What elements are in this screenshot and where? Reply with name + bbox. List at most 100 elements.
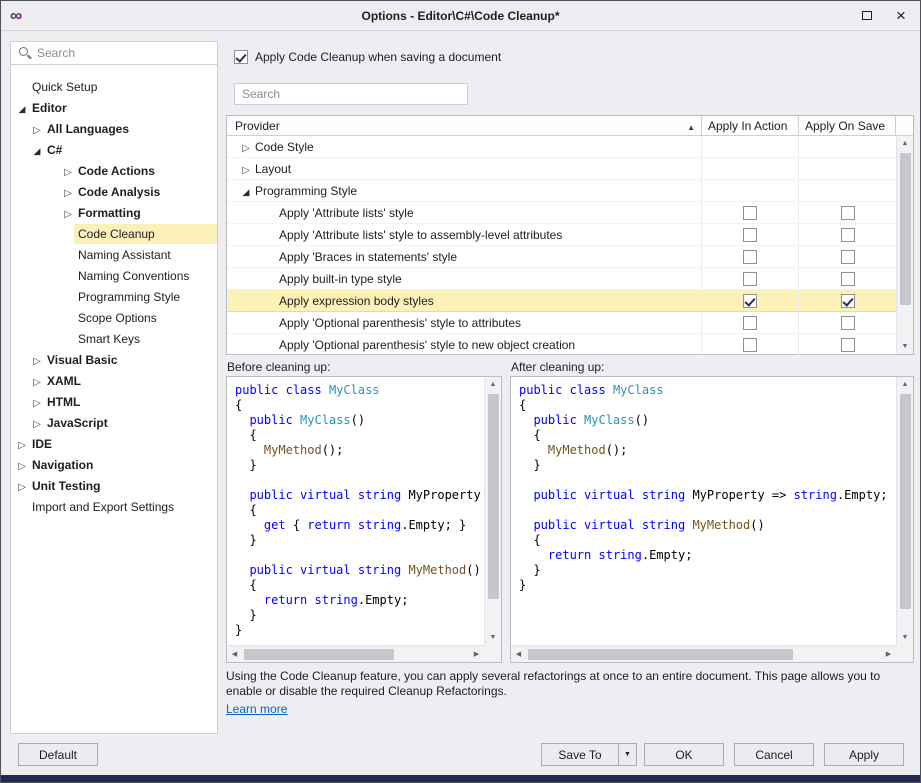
provider-row-apply-optional-parenthesis-style-to-new-object-creation[interactable]: Apply 'Optional parenthesis' style to ne… bbox=[227, 334, 896, 356]
provider-row-apply-expression-body-styles[interactable]: Apply expression body styles bbox=[227, 290, 896, 312]
apply-on-save-checkbox[interactable] bbox=[841, 272, 855, 286]
grid-scrollbar-thumb[interactable] bbox=[900, 153, 911, 305]
scroll-right-icon[interactable] bbox=[469, 646, 484, 663]
sidebar-item-editor[interactable]: ◢Editor bbox=[11, 97, 217, 118]
provider-row-apply-braces-in-statements-style[interactable]: Apply 'Braces in statements' style bbox=[227, 246, 896, 268]
scroll-right-icon[interactable] bbox=[881, 646, 896, 663]
expanded-arrow-icon[interactable]: ◢ bbox=[243, 187, 250, 197]
cancel-button[interactable]: Cancel bbox=[734, 743, 814, 766]
dropdown-arrow-icon[interactable] bbox=[619, 751, 636, 758]
scroll-left-icon[interactable] bbox=[227, 646, 242, 663]
provider-rows: ▷Code Style▷Layout◢Programming StyleAppl… bbox=[227, 136, 896, 354]
collapsed-arrow-icon[interactable]: ▷ bbox=[33, 356, 41, 367]
collapsed-arrow-icon[interactable]: ▷ bbox=[18, 461, 26, 472]
scroll-left-icon[interactable] bbox=[511, 646, 526, 663]
sidebar-item-visual-basic[interactable]: ▷Visual Basic bbox=[11, 349, 217, 370]
grid-vertical-scrollbar[interactable] bbox=[896, 136, 913, 354]
after-vscroll-thumb[interactable] bbox=[900, 394, 911, 609]
after-horizontal-scrollbar[interactable] bbox=[511, 645, 896, 662]
scroll-down-icon[interactable] bbox=[897, 339, 914, 354]
sidebar-search-input[interactable] bbox=[11, 42, 217, 64]
scroll-up-icon[interactable] bbox=[897, 377, 914, 392]
provider-group-row-programming-style[interactable]: ◢Programming Style bbox=[227, 180, 896, 202]
save-to-button[interactable]: Save To bbox=[541, 743, 637, 766]
before-hscroll-thumb[interactable] bbox=[244, 649, 394, 660]
sidebar-item-xaml[interactable]: ▷XAML bbox=[11, 370, 217, 391]
apply-in-action-checkbox[interactable] bbox=[743, 228, 757, 242]
sidebar-item-javascript[interactable]: ▷JavaScript bbox=[11, 412, 217, 433]
provider-search-input[interactable] bbox=[235, 84, 467, 104]
apply-in-action-checkbox[interactable] bbox=[743, 250, 757, 264]
collapsed-arrow-icon[interactable]: ▷ bbox=[33, 419, 41, 430]
after-vertical-scrollbar[interactable] bbox=[896, 377, 913, 645]
close-button[interactable] bbox=[884, 1, 918, 30]
sidebar-item-all-languages[interactable]: ▷All Languages bbox=[11, 118, 217, 139]
sidebar-item-navigation[interactable]: ▷Navigation bbox=[11, 454, 217, 475]
sidebar-item-code-actions[interactable]: ▷Code Actions bbox=[11, 160, 217, 181]
apply-on-save-checkbox[interactable] bbox=[841, 338, 855, 352]
default-button[interactable]: Default bbox=[18, 743, 98, 766]
collapsed-arrow-icon[interactable]: ▷ bbox=[18, 440, 26, 451]
apply-in-action-checkbox[interactable] bbox=[743, 294, 757, 308]
code-line: public class MyClass bbox=[235, 383, 484, 398]
collapsed-arrow-icon[interactable]: ▷ bbox=[64, 188, 72, 199]
collapsed-arrow-icon[interactable]: ▷ bbox=[242, 143, 250, 154]
provider-row-apply-attribute-lists-style-to-assembly-level-attributes[interactable]: Apply 'Attribute lists' style to assembl… bbox=[227, 224, 896, 246]
scroll-up-icon[interactable] bbox=[485, 377, 502, 392]
before-vscroll-thumb[interactable] bbox=[488, 394, 499, 599]
sidebar-item-programming-style[interactable]: Programming Style bbox=[11, 286, 217, 307]
apply-on-save-checkbox[interactable] bbox=[841, 294, 855, 308]
sidebar-item-quick-setup[interactable]: Quick Setup bbox=[11, 76, 217, 97]
sidebar-item-formatting[interactable]: ▷Formatting bbox=[11, 202, 217, 223]
apply-in-action-column-header[interactable]: Apply In Action bbox=[702, 116, 799, 135]
collapsed-arrow-icon[interactable]: ▷ bbox=[64, 167, 72, 178]
collapsed-arrow-icon[interactable]: ▷ bbox=[33, 398, 41, 409]
sidebar-item-code-analysis[interactable]: ▷Code Analysis bbox=[11, 181, 217, 202]
apply-on-save-checkbox[interactable] bbox=[841, 250, 855, 264]
after-hscroll-thumb[interactable] bbox=[528, 649, 793, 660]
apply-in-action-checkbox[interactable] bbox=[743, 272, 757, 286]
apply-on-save-checkbox[interactable] bbox=[841, 228, 855, 242]
provider-row-apply-optional-parenthesis-style-to-attributes[interactable]: Apply 'Optional parenthesis' style to at… bbox=[227, 312, 896, 334]
apply-on-save-checkbox[interactable] bbox=[841, 206, 855, 220]
sidebar-item-naming-assistant[interactable]: Naming Assistant bbox=[11, 244, 217, 265]
collapsed-arrow-icon[interactable]: ▷ bbox=[33, 377, 41, 388]
expanded-arrow-icon[interactable]: ◢ bbox=[34, 146, 41, 156]
sidebar-item-scope-options[interactable]: Scope Options bbox=[11, 307, 217, 328]
collapsed-arrow-icon[interactable]: ▷ bbox=[242, 165, 250, 176]
learn-more-link[interactable]: Learn more bbox=[226, 702, 287, 717]
sidebar-item-html[interactable]: ▷HTML bbox=[11, 391, 217, 412]
apply-in-action-checkbox[interactable] bbox=[743, 316, 757, 330]
before-vertical-scrollbar[interactable] bbox=[484, 377, 501, 645]
sidebar-item-unit-testing[interactable]: ▷Unit Testing bbox=[11, 475, 217, 496]
maximize-button[interactable] bbox=[850, 1, 884, 30]
apply-in-action-checkbox[interactable] bbox=[743, 206, 757, 220]
collapsed-arrow-icon[interactable]: ▷ bbox=[64, 209, 72, 220]
provider-row-apply-attribute-lists-style[interactable]: Apply 'Attribute lists' style bbox=[227, 202, 896, 224]
before-horizontal-scrollbar[interactable] bbox=[227, 645, 484, 662]
provider-group-row-code-style[interactable]: ▷Code Style bbox=[227, 136, 896, 158]
sidebar-item-import-and-export-settings[interactable]: Import and Export Settings bbox=[11, 496, 217, 517]
apply-button[interactable]: Apply bbox=[824, 743, 904, 766]
scroll-up-icon[interactable] bbox=[897, 136, 914, 151]
collapsed-arrow-icon[interactable]: ▷ bbox=[18, 482, 26, 493]
ok-button[interactable]: OK bbox=[644, 743, 724, 766]
collapsed-arrow-icon[interactable]: ▷ bbox=[33, 125, 41, 136]
apply-in-action-checkbox[interactable] bbox=[743, 338, 757, 352]
provider-column-header[interactable]: Provider bbox=[227, 116, 702, 135]
apply-on-save-column-header[interactable]: Apply On Save bbox=[799, 116, 896, 135]
sidebar-item-ide[interactable]: ▷IDE bbox=[11, 433, 217, 454]
apply-on-save-checkbox[interactable] bbox=[841, 316, 855, 330]
provider-grid-header: Provider Apply In Action Apply On Save bbox=[227, 116, 913, 136]
sidebar-item-naming-conventions[interactable]: Naming Conventions bbox=[11, 265, 217, 286]
sidebar-item-smart-keys[interactable]: Smart Keys bbox=[11, 328, 217, 349]
apply-code-cleanup-checkbox[interactable] bbox=[234, 50, 248, 64]
apply-code-cleanup-option[interactable]: Apply Code Cleanup when saving a documen… bbox=[234, 50, 501, 64]
sidebar-item-code-cleanup[interactable]: Code Cleanup bbox=[11, 223, 217, 244]
scroll-down-icon[interactable] bbox=[485, 630, 502, 645]
provider-row-apply-built-in-type-style[interactable]: Apply built-in type style bbox=[227, 268, 896, 290]
expanded-arrow-icon[interactable]: ◢ bbox=[19, 104, 26, 114]
scroll-down-icon[interactable] bbox=[897, 630, 914, 645]
sidebar-item-c[interactable]: ◢C# bbox=[11, 139, 217, 160]
provider-group-row-layout[interactable]: ▷Layout bbox=[227, 158, 896, 180]
